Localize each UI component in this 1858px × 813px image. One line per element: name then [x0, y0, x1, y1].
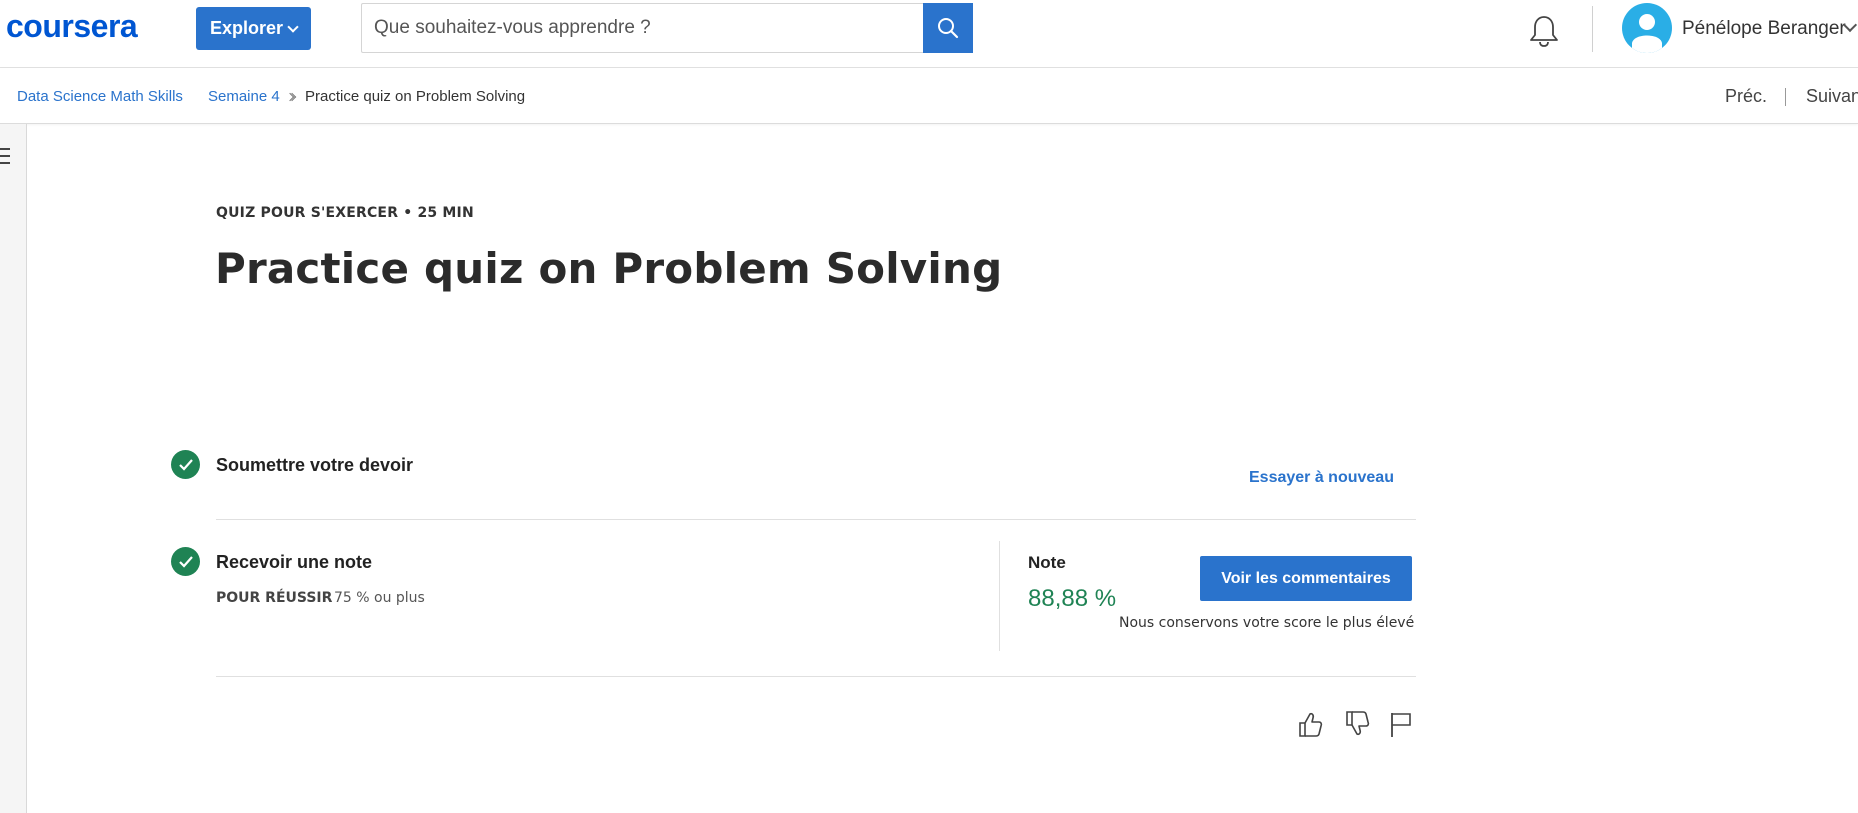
breadcrumb: Data Science Math Skills Semaine 4 Pract…: [0, 68, 1858, 124]
nav-divider: [1785, 88, 1786, 106]
explore-button[interactable]: Explorer: [196, 7, 311, 50]
divider: [216, 519, 1416, 520]
pass-value: 75 % ou plus: [334, 590, 425, 606]
check-circle-icon: [171, 450, 200, 479]
menu-icon[interactable]: [0, 148, 12, 166]
user-name[interactable]: Pénélope Beranger: [1682, 18, 1846, 40]
score-note: Nous conservons votre score le plus élev…: [1119, 615, 1415, 631]
thumbs-up-icon[interactable]: [1296, 710, 1324, 738]
grade-divider: [999, 541, 1000, 651]
search-button[interactable]: [923, 3, 973, 53]
bell-icon[interactable]: [1528, 14, 1560, 48]
step-submit-title: Soumettre votre devoir: [216, 455, 414, 475]
grade-label: Note: [1028, 553, 1066, 572]
check-circle-icon: [171, 547, 200, 576]
divider: [216, 676, 1416, 677]
avatar-icon[interactable]: [1622, 3, 1672, 53]
view-feedback-button[interactable]: Voir les commentaires: [1200, 556, 1412, 601]
left-rail: [0, 124, 27, 813]
chevron-down-icon: [287, 20, 299, 33]
coursera-logo[interactable]: coursera: [6, 8, 138, 45]
previous-button[interactable]: Préc.: [1725, 86, 1767, 107]
breadcrumb-course[interactable]: Data Science Math Skills: [17, 88, 183, 105]
explore-button-label: Explorer: [209, 18, 284, 38]
retry-link[interactable]: Essayer à nouveau: [1249, 469, 1394, 487]
grade-value: 88,88 %: [1028, 585, 1117, 612]
search-input[interactable]: Que souhaitez-vous apprendre ?: [361, 3, 924, 53]
breadcrumb-week[interactable]: Semaine 4: [208, 88, 280, 105]
page-title: Practice quiz on Problem Solving: [215, 244, 1003, 293]
top-header: coursera Explorer Que souhaitez-vous app…: [0, 0, 1858, 68]
search-placeholder: Que souhaitez-vous apprendre ?: [374, 17, 651, 38]
breadcrumb-current: Practice quiz on Problem Solving: [305, 88, 526, 105]
next-button[interactable]: Suivant: [1806, 86, 1858, 107]
search-icon: [938, 18, 959, 39]
thumbs-down-icon[interactable]: [1343, 710, 1371, 738]
step-grade-title: Recevoir une note: [216, 552, 373, 572]
flag-icon[interactable]: [1386, 710, 1414, 738]
quiz-kicker: QUIZ POUR S'EXERCER • 25 MIN: [216, 205, 474, 221]
pass-label: POUR RÉUSSIR: [216, 590, 333, 606]
header-divider: [1592, 6, 1593, 52]
